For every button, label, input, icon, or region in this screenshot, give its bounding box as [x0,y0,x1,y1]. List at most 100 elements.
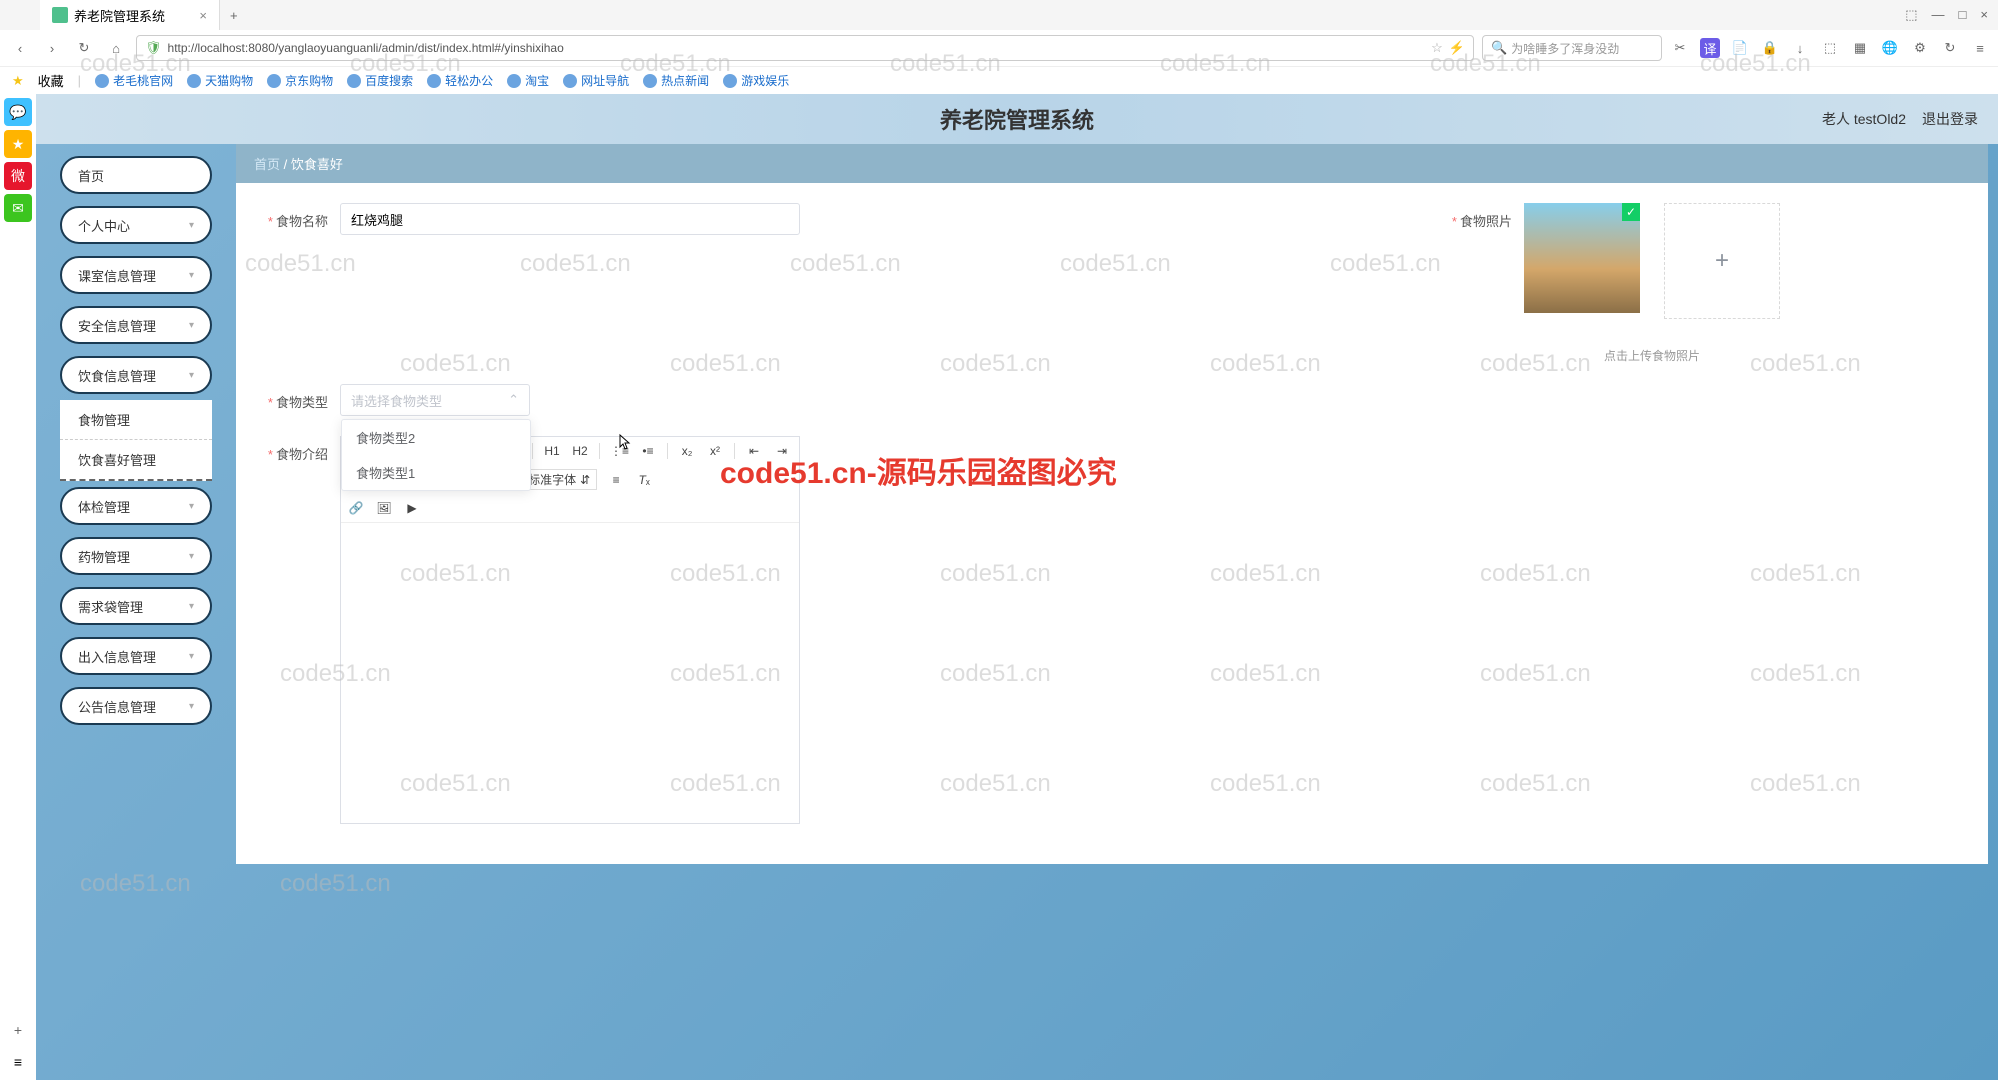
browser-tab[interactable]: 养老院管理系统 × [40,0,220,30]
sidebar-subitem-food[interactable]: 食物管理 [60,400,212,440]
sidebar-item-medicine[interactable]: 药物管理▾ [60,537,212,575]
chevron-down-icon: ▾ [189,220,194,231]
reload-button[interactable]: ↻ [72,36,96,60]
bookmark-item[interactable]: 老毛桃官网 [95,72,173,89]
chevron-down-icon: ▾ [189,601,194,612]
tab-title: 养老院管理系统 [74,6,165,25]
rich-text-editor: B I U S ❝ 〈〉 H1 H2 ⋮≡ •≡ [340,436,800,824]
chevron-down-icon: ▾ [189,270,194,281]
rail-chat-icon[interactable]: 💬 [4,98,32,126]
puzzle-icon[interactable]: ⬚ [1820,38,1840,58]
scissors-icon[interactable]: ✂ [1670,38,1690,58]
rail-star-icon[interactable]: ★ [4,130,32,158]
back-button[interactable]: ‹ [8,36,32,60]
bookmark-star-icon[interactable]: ☆ [1431,40,1443,56]
lock-icon[interactable]: 🔒 [1760,38,1780,58]
bookmark-item[interactable]: 游戏娱乐 [723,72,789,89]
chevron-down-icon: ▾ [189,320,194,331]
minimize-icon[interactable]: — [1932,7,1945,23]
bookmark-item[interactable]: 京东购物 [267,72,333,89]
app-header: 养老院管理系统 老人 testOld2 退出登录 [36,94,1998,144]
dropdown-option[interactable]: 食物类型2 [342,420,530,455]
app-body: 首页 个人中心▾ 课室信息管理▾ 安全信息管理▾ 饮食信息管理▾ 食物管理 饮食… [36,144,1998,1080]
app-container: 养老院管理系统 老人 testOld2 退出登录 首页 个人中心▾ 课室信息管理… [36,94,1998,1080]
upload-button[interactable]: + [1664,203,1780,319]
lightning-icon[interactable]: ⚡ [1449,40,1465,56]
h1-icon[interactable]: H1 [543,441,561,461]
name-label: 食物名称 [276,214,328,229]
bookmark-item[interactable]: 淘宝 [507,72,549,89]
address-bar: ‹ › ↻ ⌂ 🛡 http://localhost:8080/yanglaoy… [0,30,1998,66]
sidebar-subitem-preference[interactable]: 饮食喜好管理 [60,440,212,481]
close-icon[interactable]: × [199,8,207,23]
clear-format-icon[interactable]: Tₓ [635,470,653,490]
bookmark-item[interactable]: 天猫购物 [187,72,253,89]
type-select[interactable]: 请选择食物类型 ⌃ 食物类型2 食物类型1 [340,384,530,416]
window-option-icon[interactable]: ⬚ [1905,7,1917,23]
name-input[interactable] [340,203,800,235]
home-button[interactable]: ⌂ [104,36,128,60]
sidebar-item-access[interactable]: 出入信息管理▾ [60,637,212,675]
list-ol-icon[interactable]: ⋮≡ [610,441,629,461]
editor-body[interactable] [341,523,799,823]
sidebar-item-safety[interactable]: 安全信息管理▾ [60,306,212,344]
chevron-down-icon: ▾ [189,501,194,512]
indent-less-icon[interactable]: ⇤ [745,441,763,461]
bookmark-item[interactable]: 网址导航 [563,72,629,89]
chevron-up-icon: ⌃ [508,392,519,408]
h2-icon[interactable]: H2 [571,441,589,461]
url-input[interactable]: 🛡 http://localhost:8080/yanglaoyuanguanl… [136,35,1474,61]
sidebar-item-checkup[interactable]: 体检管理▾ [60,487,212,525]
list-ul-icon[interactable]: •≡ [639,441,657,461]
search-input[interactable]: 🔍 为啥睡多了浑身没劲 [1482,35,1662,61]
link-icon[interactable]: 🔗 [347,498,365,518]
translate-icon[interactable]: 译 [1700,38,1720,58]
url-text: http://localhost:8080/yanglaoyuanguanli/… [168,41,564,55]
download-icon[interactable]: ↓ [1790,38,1810,58]
history-icon[interactable]: ↻ [1940,38,1960,58]
align-icon[interactable]: ≡ [607,470,625,490]
pdf-icon[interactable]: 📄 [1730,38,1750,58]
photo-label: 食物照片 [1460,214,1512,229]
indent-more-icon[interactable]: ⇥ [773,441,791,461]
image-icon[interactable]: 🖼 [375,498,393,518]
search-placeholder: 为啥睡多了浑身没劲 [1511,40,1619,57]
logout-button[interactable]: 退出登录 [1922,109,1978,129]
subscript-icon[interactable]: x₂ [678,441,696,461]
breadcrumb: 首页 / 饮食喜好 [236,144,1988,183]
window-close-icon[interactable]: × [1980,7,1988,23]
new-tab-button[interactable]: + [220,8,248,23]
rail-weibo-icon[interactable]: 微 [4,162,32,190]
rail-add-icon[interactable]: + [4,1016,32,1044]
globe-icon[interactable]: 🌐 [1880,38,1900,58]
grid-icon[interactable]: ▦ [1850,38,1870,58]
font-family-select[interactable]: 标准字体 ⇵ [521,469,597,490]
menu-icon[interactable]: ≡ [1970,38,1990,58]
maximize-icon[interactable]: □ [1959,7,1967,23]
video-icon[interactable]: ▶ [403,498,421,518]
sidebar-item-diet[interactable]: 饮食信息管理▾ [60,356,212,394]
bookmark-item[interactable]: 轻松办公 [427,72,493,89]
bookmark-item[interactable]: 百度搜索 [347,72,413,89]
bookmark-item[interactable]: 热点新闻 [643,72,709,89]
sidebar-submenu: 食物管理 饮食喜好管理 [60,400,212,481]
gear-icon[interactable]: ⚙ [1910,38,1930,58]
sidebar-item-home[interactable]: 首页 [60,156,212,194]
photo-hint: 点击上传食物照片 [1524,347,1780,364]
sidebar-item-notice[interactable]: 公告信息管理▾ [60,687,212,725]
forward-button[interactable]: › [40,36,64,60]
user-label[interactable]: 老人 testOld2 [1822,109,1906,129]
bookmarks-bar: ★ 收藏 | 老毛桃官网 天猫购物 京东购物 百度搜索 轻松办公 淘宝 网址导航… [0,66,1998,94]
sidebar-item-demand[interactable]: 需求袋管理▾ [60,587,212,625]
superscript-icon[interactable]: x² [706,441,724,461]
rail-menu-icon[interactable]: ≡ [4,1048,32,1076]
dropdown-option[interactable]: 食物类型1 [342,455,530,490]
sidebar-item-classroom[interactable]: 课室信息管理▾ [60,256,212,294]
breadcrumb-home[interactable]: 首页 [254,157,280,172]
browser-side-rail: 💬 ★ 微 ✉ + ≡ [0,94,36,1080]
rail-mail-icon[interactable]: ✉ [4,194,32,222]
chevron-down-icon: ▾ [189,551,194,562]
sidebar-item-profile[interactable]: 个人中心▾ [60,206,212,244]
photo-thumbnail[interactable]: ✓ [1524,203,1640,313]
vue-icon [52,7,68,23]
